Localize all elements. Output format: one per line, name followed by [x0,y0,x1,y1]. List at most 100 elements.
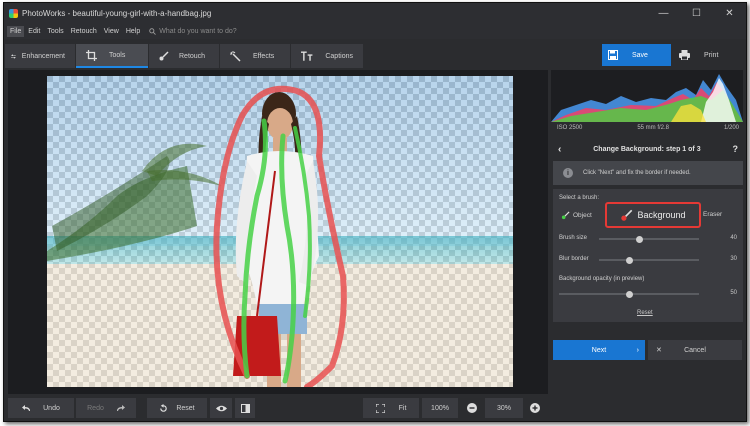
magic-wand-icon [230,50,241,62]
photo-preview[interactable] [47,76,513,387]
close-window-button[interactable]: ✕ [713,3,746,23]
brush-size-value: 40 [730,235,737,241]
opacity-knob[interactable] [625,290,633,298]
next-button[interactable]: Next › [553,340,645,360]
window-title: PhotoWorks - beautiful-young-girl-with-a… [22,8,212,18]
tab-effects[interactable]: Effects [220,44,290,68]
exif-info: ISO 2500 55 mm f/2.8 1/200 [551,122,745,134]
help-button[interactable]: ? [732,144,738,154]
reset-link[interactable]: Reset [637,310,653,316]
undo-button[interactable]: Undo [8,398,74,418]
maximize-button[interactable]: ☐ [680,3,713,23]
compare-button[interactable] [235,398,255,418]
zoom-100-button[interactable]: 100% [422,398,458,418]
menu-file[interactable]: File [7,25,25,37]
brush-size-label: Brush size [559,235,588,241]
photo-image [47,76,513,387]
undo-icon [22,404,31,411]
compare-icon [240,403,250,413]
bottom-bar: Undo Redo Reset Fit 100% 30% [4,396,746,420]
zoom-out-button[interactable] [462,398,482,418]
redo-label: Redo [87,404,104,412]
opacity-label: Background opacity (in preview) [559,276,645,282]
image-canvas[interactable] [8,70,548,394]
blur-border-value: 30 [730,256,737,262]
blur-border-knob[interactable] [625,256,633,264]
menu-help[interactable]: Help [123,26,143,37]
right-panel: ISO 2500 55 mm f/2.8 1/200 ‹ Change Back… [551,70,745,394]
back-arrow-icon[interactable]: ‹ [558,144,561,155]
close-icon: ✕ [656,347,662,354]
plus-circle-icon [530,403,540,413]
opacity-value: 50 [730,290,737,296]
zoom-level-value: 30% [496,404,511,412]
background-brush-label: Background [637,210,686,220]
menu-retouch[interactable]: Retouch [68,26,100,37]
reset-icon [160,403,168,412]
cancel-label: Cancel [684,346,706,354]
app-window: PhotoWorks - beautiful-young-girl-with-a… [3,2,747,422]
floppy-icon [608,50,618,60]
tab-tools[interactable]: Tools [76,44,148,68]
tab-captions[interactable]: Captions [291,44,363,68]
reset-button[interactable]: Reset [147,398,207,418]
info-box: i Click "Next" and fix the border if nee… [553,161,743,185]
eraser-brush-label: Eraser [703,211,723,218]
tab-tools-label: Tools [109,51,126,59]
main-toolbar: Enhancement Tools Retouch Effects Captio… [4,42,746,70]
title-bar: PhotoWorks - beautiful-young-girl-with-a… [4,3,746,23]
tab-retouch-label: Retouch [179,52,206,60]
brush-size-slider[interactable] [599,235,699,243]
brush-settings: Select a brush: Object Background Eraser… [553,189,743,322]
object-brush-option[interactable]: Object [561,211,592,220]
minimize-button[interactable]: — [647,3,680,23]
tab-effects-label: Effects [253,52,275,60]
menu-view[interactable]: View [101,26,122,37]
redo-button[interactable]: Redo [76,398,136,418]
crop-icon [86,49,97,61]
brush-icon [159,51,169,61]
minus-circle-icon [467,403,477,413]
menu-edit[interactable]: Edit [25,26,43,37]
print-button[interactable]: Print [673,44,741,66]
preview-eye-button[interactable] [210,398,232,418]
opacity-slider[interactable] [559,290,699,298]
histogram [551,70,743,122]
brush-size-knob[interactable] [635,235,643,243]
exif-lens: 55 mm f/2.8 [637,125,670,131]
search-placeholder: What do you want to do? [159,27,237,35]
redo-icon [116,404,125,411]
reset-label: Reset [176,404,195,412]
tab-enhancement-label: Enhancement [21,52,65,60]
panel-header: ‹ Change Background: step 1 of 3 ? [551,140,745,158]
object-brush-label: Object [573,212,592,219]
exif-iso: ISO 2500 [557,125,583,131]
red-brush-icon [621,209,633,221]
fit-button[interactable]: Fit [363,398,419,418]
save-label: Save [632,51,648,59]
search-box[interactable]: What do you want to do? [149,27,237,35]
eraser-brush-option[interactable]: Eraser [703,211,722,218]
undo-label: Undo [43,404,60,412]
tab-enhancement[interactable]: Enhancement [5,44,75,68]
select-brush-label: Select a brush: [559,195,600,201]
sliders-icon [11,54,16,58]
zoom-100-label: 100% [431,404,449,412]
fit-label: Fit [398,404,407,412]
chevron-right-icon: › [636,346,639,354]
save-button[interactable]: Save [602,44,671,66]
green-brush-icon [561,211,570,220]
menu-bar: File Edit Tools Retouch View Help What d… [4,23,746,39]
background-brush-option[interactable]: Background [605,202,701,228]
fit-screen-icon [375,403,385,413]
menu-tools[interactable]: Tools [44,26,66,37]
zoom-in-button[interactable] [525,398,545,418]
exif-shutter: 1/200 [723,125,739,131]
panel-title: Change Background: step 1 of 3 [593,145,701,153]
tab-retouch[interactable]: Retouch [149,44,219,68]
cancel-button[interactable]: ✕ Cancel [648,340,742,360]
zoom-level-field[interactable]: 30% [485,398,523,418]
eye-icon [215,405,227,411]
blur-border-slider[interactable] [599,256,699,264]
next-label: Next [591,346,607,354]
